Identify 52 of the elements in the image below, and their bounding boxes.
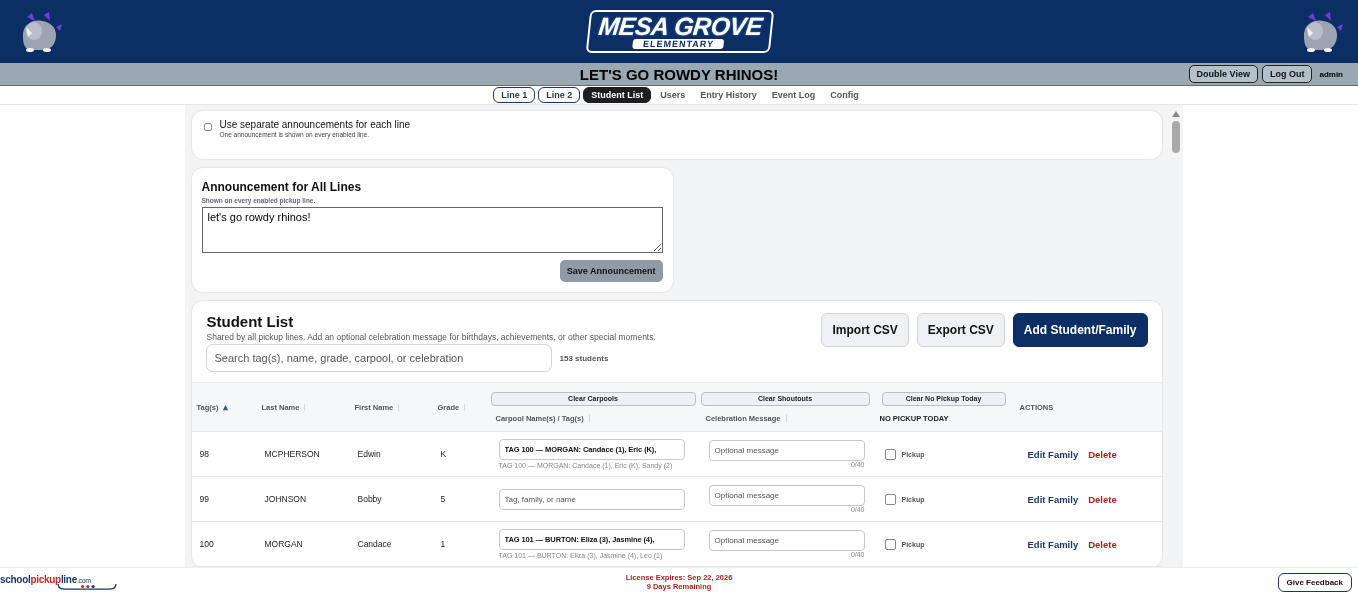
csv-button[interactable]: Import CSV [821,313,909,347]
edit-link[interactable]: Edit Family [1027,493,1079,505]
checkbox-label: Use separate announcements for each line [219,119,411,130]
table-cell: MORGAN [264,539,303,549]
checkbox[interactable] [884,493,896,505]
table-cell: 99 [199,494,209,504]
message-field[interactable]: Optional message [708,530,865,551]
announcement-field[interactable]: let's go rowdy rhinos! [201,207,663,253]
logo-text: school [0,574,31,585]
user-name: admin [1319,69,1343,79]
table-cell: 5 [440,494,446,504]
message-field[interactable]: Optional message [708,440,865,461]
save-announcement-button[interactable]: Save Announcement [559,260,663,282]
logo-title: MESA GROVE [596,13,764,39]
delete-link[interactable]: Delete [1088,448,1117,460]
nav-tab[interactable]: Line 1 [493,87,536,103]
delete-link[interactable]: Delete [1088,538,1117,550]
description-text: Shared by all pickup lines. Add an optional celebration message for birthdays, achievements, or other special moments. [206,332,656,342]
table-cell: JOHNSON [264,494,307,504]
card-title: Announcement for All Lines [201,180,363,194]
logo-subtitle: ELEMENTARY [632,39,725,49]
table-cell: 98 [199,449,209,459]
banner-button[interactable]: Log Out [1261,65,1313,83]
nav-tab[interactable]: Student List [583,87,652,103]
checkbox[interactable] [884,448,896,460]
message-field[interactable]: Optional message [708,485,865,506]
edit-link[interactable]: Edit Family [1027,448,1079,460]
search-field[interactable]: Search tag(s), name, grade, carpool, or celebration [205,344,552,372]
table-cell: Candace [357,539,392,549]
table-cell: K [440,449,447,459]
table-cell: MCPHERSON [264,449,320,459]
csv-button[interactable]: Export CSV [916,313,1005,347]
checkbox[interactable] [884,538,896,550]
delete-link[interactable]: Delete [1088,493,1117,505]
checkbox[interactable] [203,123,212,131]
student-count: 153 students [559,353,609,363]
add-button[interactable]: Add Student/Family [1012,313,1148,347]
carpool-field[interactable]: Tag, family, or name [498,488,685,510]
swoosh-icon [56,583,118,590]
table-cell: 100 [199,539,214,549]
logo-text: line [60,574,77,585]
table-cell: Edwin [357,449,381,459]
nav-tab[interactable]: Line 2 [538,87,581,103]
table-cell: 1 [440,539,446,549]
logo-text: pickup [30,574,61,585]
feedback-button[interactable]: Give Feedback [1277,572,1352,592]
banner-title: LET'S GO ROWDY RHINOS! [579,65,779,83]
edit-link[interactable]: Edit Family [1027,538,1079,550]
table-cell: Bobby [357,494,382,504]
card-title: Student List [206,313,295,330]
scrollbar-thumb[interactable] [1171,121,1180,153]
banner-button[interactable]: Double View [1188,65,1258,83]
